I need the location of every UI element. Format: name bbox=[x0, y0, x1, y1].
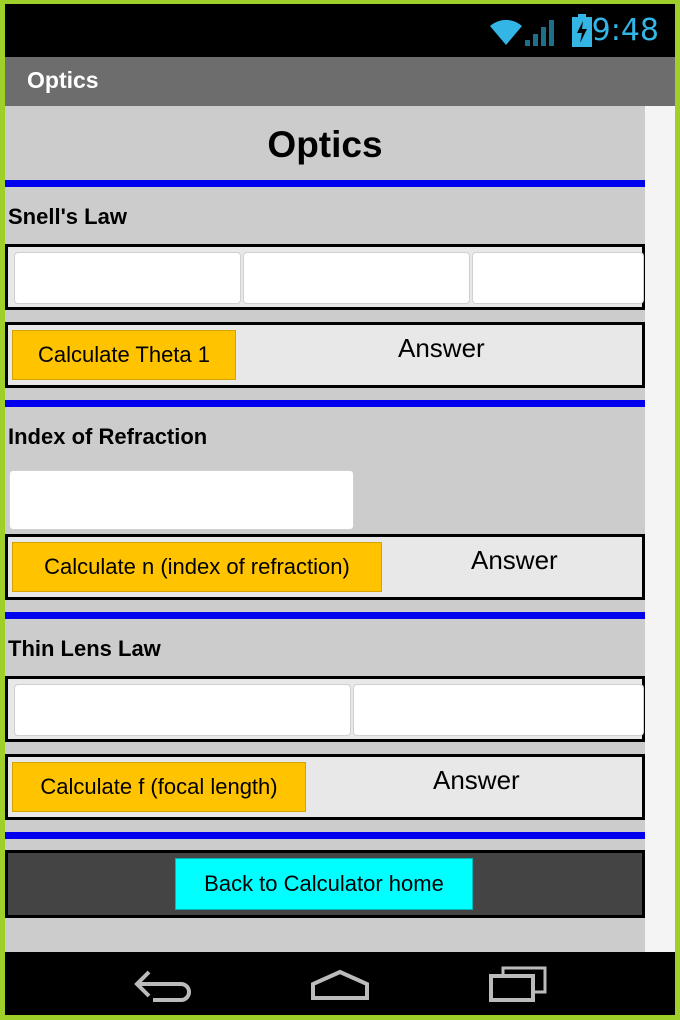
refraction-result-row: Calculate n (index of refraction) Answer bbox=[5, 534, 645, 600]
wifi-icon bbox=[490, 19, 522, 45]
refraction-answer: Answer bbox=[471, 545, 558, 575]
snell-input-1[interactable] bbox=[14, 252, 241, 304]
thin-lens-inputs-row bbox=[5, 676, 645, 742]
home-icon[interactable] bbox=[305, 964, 375, 1004]
back-icon[interactable] bbox=[131, 964, 197, 1004]
snell-input-3[interactable] bbox=[472, 252, 644, 304]
navigation-bar bbox=[5, 952, 675, 1015]
back-to-calculator-home-button[interactable]: Back to Calculator home bbox=[175, 858, 473, 910]
calculate-f-button[interactable]: Calculate f (focal length) bbox=[12, 762, 306, 812]
page-title: Optics bbox=[267, 124, 383, 165]
battery-charging-icon bbox=[572, 14, 592, 47]
back-row: Back to Calculator home bbox=[5, 850, 645, 918]
thin-lens-input-2[interactable] bbox=[353, 684, 644, 736]
status-bar: 9:48 bbox=[5, 4, 675, 57]
app-title: Optics bbox=[27, 67, 99, 93]
snell-answer: Answer bbox=[398, 333, 485, 363]
status-time: 9:48 bbox=[591, 13, 659, 48]
divider bbox=[5, 832, 645, 839]
divider bbox=[5, 180, 645, 187]
refraction-input[interactable] bbox=[9, 470, 354, 530]
calculate-n-button[interactable]: Calculate n (index of refraction) bbox=[12, 542, 382, 592]
section-label-index-of-refraction: Index of Refraction bbox=[8, 424, 208, 449]
screen-content: Optics Snell's Law Calculate Theta 1 Ans… bbox=[5, 106, 645, 952]
app-title-bar: Optics bbox=[5, 57, 675, 106]
scroll-gutter bbox=[645, 106, 675, 952]
divider bbox=[5, 400, 645, 407]
thin-lens-input-1[interactable] bbox=[14, 684, 351, 736]
snell-result-row: Calculate Theta 1 Answer bbox=[5, 322, 645, 388]
recent-apps-icon[interactable] bbox=[485, 964, 551, 1004]
calculate-theta-1-button[interactable]: Calculate Theta 1 bbox=[12, 330, 236, 380]
snell-input-2[interactable] bbox=[243, 252, 470, 304]
section-label-snells-law: Snell's Law bbox=[8, 204, 127, 229]
snell-inputs-row bbox=[5, 244, 645, 310]
thin-lens-answer: Answer bbox=[433, 765, 520, 795]
divider bbox=[5, 612, 645, 619]
signal-icon bbox=[525, 20, 554, 46]
device-frame: 9:48 Optics Optics Snell's Law Calculate… bbox=[0, 0, 680, 1020]
section-label-thin-lens-law: Thin Lens Law bbox=[8, 636, 161, 661]
thin-lens-result-row: Calculate f (focal length) Answer bbox=[5, 754, 645, 820]
